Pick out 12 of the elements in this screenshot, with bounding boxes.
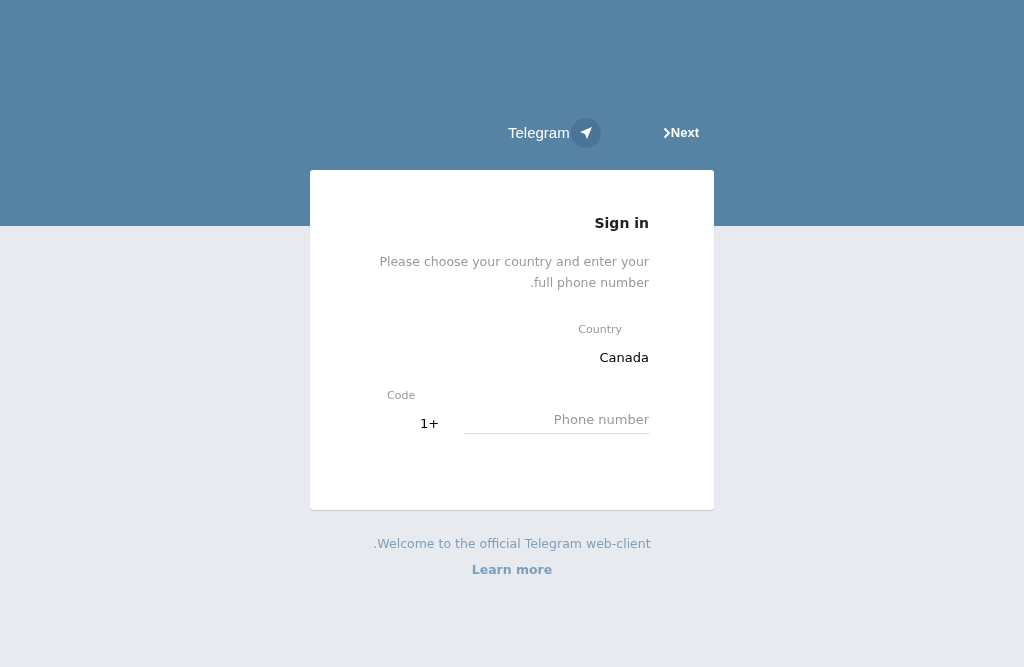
code-field[interactable]: +1 [395,414,441,434]
phone-number-field[interactable]: Phone number [464,406,649,434]
instructions-text: Please choose your country and enter your full phone number. [378,253,649,292]
logo-text: Telegram [508,122,570,143]
code-label: Code [386,388,417,404]
country-field[interactable]: Canada [375,348,649,368]
welcome-text: Welcome to the official Telegram web-client. [372,535,652,553]
next-button[interactable]: Next [662,123,699,143]
paper-plane-icon [570,118,601,148]
chevron-icon [662,127,671,139]
card-title: Sign in [593,214,649,233]
country-label: Country [579,322,623,338]
